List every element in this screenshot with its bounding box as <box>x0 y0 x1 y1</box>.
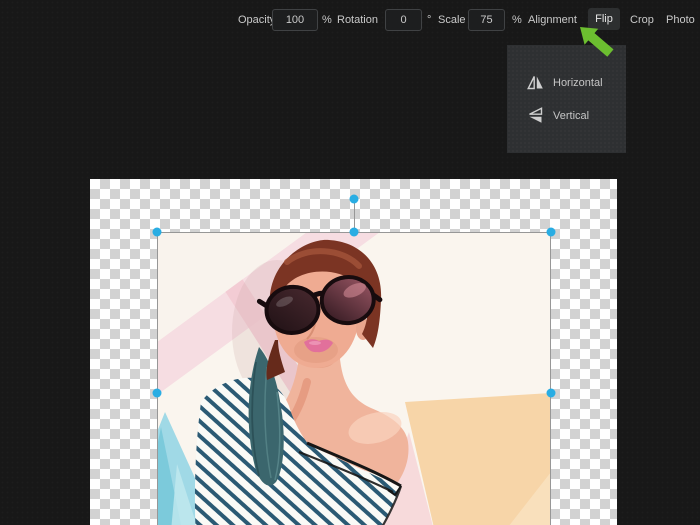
alignment-menu-button[interactable]: Alignment <box>528 14 577 26</box>
flip-menu-button[interactable]: Flip <box>588 8 620 30</box>
photo-menu-button[interactable]: Photo <box>666 14 695 26</box>
resize-handle-middle-right[interactable] <box>547 389 556 398</box>
resize-handle-top-right[interactable] <box>547 228 556 237</box>
flip-horizontal-label: Horizontal <box>553 77 603 89</box>
rotation-unit: ° <box>427 14 431 26</box>
rotation-input[interactable] <box>385 9 422 31</box>
artboard-canvas[interactable] <box>90 179 617 525</box>
scale-input[interactable] <box>468 9 505 31</box>
selected-photo[interactable] <box>157 232 551 525</box>
rotation-handle[interactable] <box>350 195 359 204</box>
flip-vertical-menu-item[interactable]: Vertical <box>507 99 626 132</box>
flip-vertical-label: Vertical <box>553 110 589 122</box>
flip-dropdown-menu: Horizontal Vertical <box>507 45 626 153</box>
toolbar: Opacity % Rotation ° Scale % Alignment F… <box>0 0 700 40</box>
opacity-label: Opacity <box>238 14 275 26</box>
crop-button[interactable]: Crop <box>630 14 654 26</box>
resize-handle-middle-left[interactable] <box>153 389 162 398</box>
rotation-label: Rotation <box>337 14 378 26</box>
resize-handle-top-left[interactable] <box>153 228 162 237</box>
photo-editor-app: { "toolbar": { "opacity": { "label": "Op… <box>0 0 700 525</box>
scale-unit: % <box>512 14 522 26</box>
opacity-input[interactable] <box>272 9 318 31</box>
flip-horizontal-icon <box>527 74 544 91</box>
flip-vertical-icon <box>527 107 544 124</box>
scale-label: Scale <box>438 14 466 26</box>
flip-horizontal-menu-item[interactable]: Horizontal <box>507 66 626 99</box>
opacity-unit: % <box>322 14 332 26</box>
resize-handle-top-center[interactable] <box>350 228 359 237</box>
